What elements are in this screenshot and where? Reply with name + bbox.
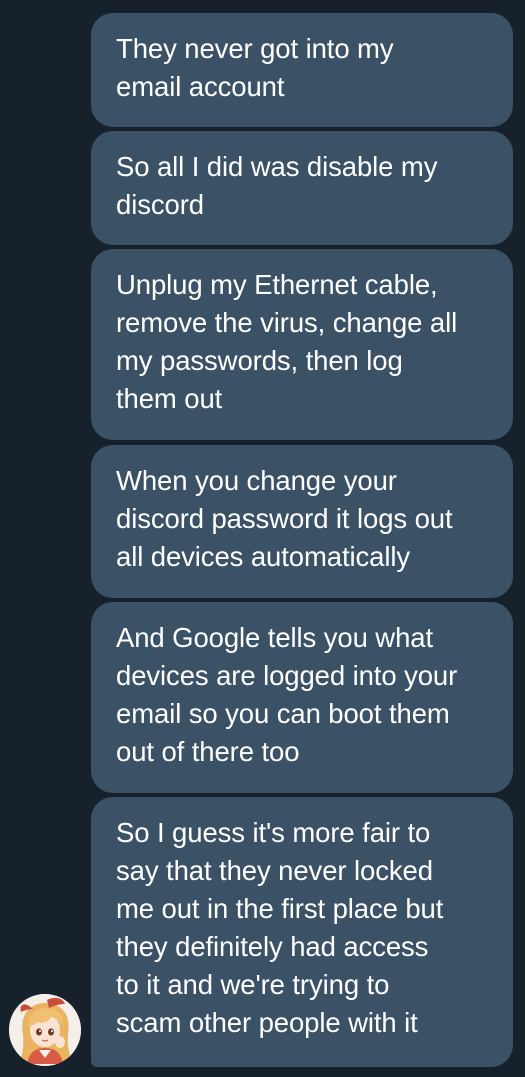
message-bubble[interactable]: Unplug my Ethernet cable, remove the vir… xyxy=(91,249,513,440)
message-bubble[interactable]: So all I did was disable my discord xyxy=(91,131,513,245)
message-bubble[interactable]: And Google tells you what devices are lo… xyxy=(91,602,513,793)
message-bubble[interactable]: They never got into my email account xyxy=(91,13,513,127)
sender-avatar[interactable] xyxy=(9,994,81,1066)
message-bubble[interactable]: When you change your discord password it… xyxy=(91,445,513,598)
anime-character-avatar-icon xyxy=(9,994,81,1066)
message-bubble[interactable]: So I guess it's more fair to say that th… xyxy=(91,797,513,1067)
chat-history: They never got into my email account So … xyxy=(0,0,525,1077)
